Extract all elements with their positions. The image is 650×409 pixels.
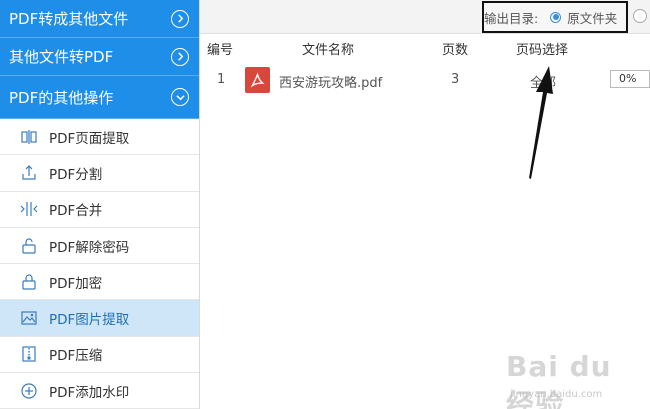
merge-icon (20, 200, 38, 218)
chevron-right-icon (171, 9, 189, 28)
row-pages: 3 (451, 72, 460, 87)
output-option-label: 原文件夹 (567, 10, 618, 26)
watermark-logo: Bai du 经验 (506, 350, 612, 409)
row-filename: 西安游玩攻略.pdf (279, 76, 383, 91)
pdf-file-icon (245, 67, 270, 93)
row-index: 1 (217, 72, 226, 87)
output-directory-group: 输出目录: 原文件夹 (482, 1, 628, 33)
sidebar-item-page-extract[interactable]: PDF页面提取 (0, 119, 199, 156)
chevron-right-icon (171, 47, 189, 66)
sidebar-item-image-extract[interactable]: PDF图片提取 (0, 300, 199, 337)
category-pdf-to-other[interactable]: PDF转成其他文件 (0, 0, 199, 38)
radio-custom-folder[interactable] (633, 9, 647, 23)
category-label: 其他文件转PDF (9, 48, 114, 66)
sidebar-item-encrypt[interactable]: PDF加密 (0, 264, 199, 301)
toolbar: 输出目录: 原文件夹 (200, 0, 650, 34)
page-extract-icon (20, 128, 38, 146)
sidebar-item-label: PDF加密 (49, 275, 103, 292)
watermark-url: jingyan.baidu.com (510, 389, 603, 400)
sidebar-item-add-watermark[interactable]: PDF添加水印 (0, 373, 199, 409)
sidebar-item-label: PDF压缩 (49, 348, 103, 365)
sidebar-item-label: PDF合并 (49, 203, 103, 220)
image-extract-icon (20, 309, 38, 327)
radio-selected-dot (552, 14, 559, 20)
table-row[interactable]: 1 西安游玩攻略.pdf 3 全部 0% (200, 63, 650, 97)
sidebar-item-compress[interactable]: PDF压缩 (0, 337, 199, 374)
header-pages: 页数 (442, 43, 469, 58)
split-icon (20, 164, 38, 182)
radio-original-folder[interactable] (550, 11, 562, 23)
sidebar-item-label: PDF页面提取 (49, 130, 130, 147)
header-page-select: 页码选择 (516, 43, 569, 58)
sidebar-item-merge[interactable]: PDF合并 (0, 192, 199, 228)
sidebar-item-label: PDF添加水印 (49, 384, 130, 401)
compress-icon (20, 345, 38, 363)
sidebar-item-unlock[interactable]: PDF解除密码 (0, 228, 199, 265)
sidebar-item-split[interactable]: PDF分割 (0, 155, 199, 192)
sidebar: PDF转成其他文件 其他文件转PDF PDF的其他操作 PDF页面提取 PDF分… (0, 0, 200, 409)
unlock-icon (20, 237, 38, 255)
add-watermark-icon (20, 382, 38, 400)
main-panel: 输出目录: 原文件夹 编号 文件名称 页数 页码选择 1 西安游玩攻略.pdf … (200, 0, 650, 409)
output-directory-label: 输出目录: (484, 10, 539, 26)
sidebar-item-label: PDF图片提取 (49, 312, 130, 329)
chevron-down-icon (171, 88, 189, 106)
lock-icon (20, 273, 38, 291)
category-label: PDF转成其他文件 (9, 10, 129, 28)
row-page-select[interactable]: 全部 (530, 72, 556, 91)
category-other-to-pdf[interactable]: 其他文件转PDF (0, 38, 199, 76)
table-header: 编号 文件名称 页数 页码选择 (200, 34, 650, 60)
sidebar-item-label: PDF解除密码 (49, 239, 130, 256)
header-index: 编号 (207, 43, 234, 58)
baidu-jingyan-watermark: Bai du 经验 jingyan.baidu.com (506, 350, 646, 409)
category-pdf-other-ops[interactable]: PDF的其他操作 (0, 76, 199, 119)
operation-list: PDF页面提取 PDF分割 PDF合并 PDF解除密码 PDF加密 PDF图片提… (0, 119, 199, 409)
row-progress: 0% (610, 70, 650, 88)
category-label: PDF的其他操作 (9, 88, 114, 107)
header-filename: 文件名称 (302, 43, 355, 58)
sidebar-item-label: PDF分割 (49, 166, 103, 183)
